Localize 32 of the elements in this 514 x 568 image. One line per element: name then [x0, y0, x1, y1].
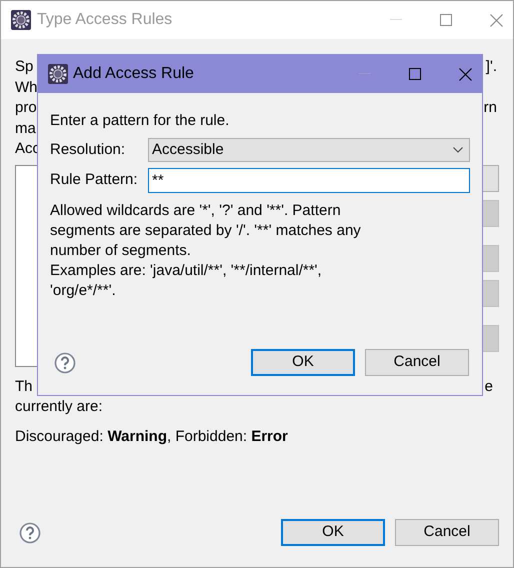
- description-text: Sp: [15, 57, 34, 77]
- chevron-down-icon: [453, 147, 463, 153]
- gear-icon: [48, 64, 68, 84]
- description-text: ]'.: [486, 57, 498, 77]
- dialog-title: Add Access Rule: [73, 64, 194, 84]
- resolution-label: Resolution:: [50, 140, 126, 160]
- rule-pattern-label: Rule Pattern:: [50, 170, 139, 190]
- description-text: pro: [15, 98, 37, 118]
- rule-pattern-field[interactable]: **: [148, 168, 470, 193]
- cancel-button[interactable]: Cancel: [365, 349, 469, 376]
- close-icon[interactable]: [490, 14, 503, 26]
- help-icon[interactable]: [19, 522, 41, 544]
- close-icon[interactable]: [459, 68, 472, 80]
- resolution-dropdown[interactable]: Accessible: [148, 138, 470, 162]
- severity-text: Discouraged: Warning, Forbidden: Error: [15, 426, 289, 446]
- ok-button[interactable]: OK: [251, 349, 355, 376]
- maximize-icon[interactable]: [440, 14, 452, 26]
- note-text: e: [484, 376, 494, 396]
- cancel-button[interactable]: Cancel: [395, 519, 499, 546]
- prompt-text: Enter a pattern for the rule.: [50, 111, 230, 131]
- window-title: Type Access Rules: [37, 10, 172, 30]
- ok-button[interactable]: OK: [281, 519, 385, 546]
- help-text: Examples are: 'java/util/**', '**/internal/**', 'org/e*/**'.: [50, 261, 323, 301]
- gear-icon: [11, 10, 31, 30]
- note-text: Th: [15, 376, 33, 396]
- help-icon[interactable]: [54, 352, 76, 374]
- description-text: rn: [484, 98, 498, 118]
- description-text: Wh: [15, 78, 38, 98]
- help-text: Allowed wildcards are '*', '?' and '**'. Pattern segments are separated by '/'. '**' matches any number of segments.: [50, 201, 362, 261]
- note-text: currently are:: [15, 396, 104, 416]
- maximize-icon[interactable]: [409, 68, 421, 80]
- description-text: ma: [15, 118, 36, 138]
